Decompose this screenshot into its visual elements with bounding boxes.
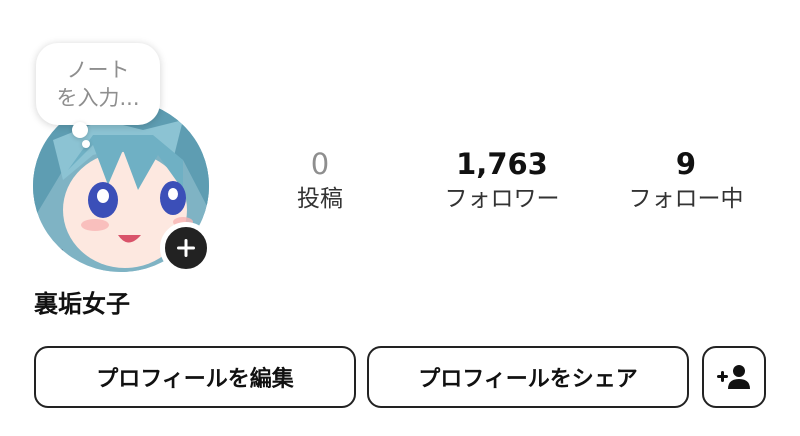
posts-label: 投稿	[297, 186, 343, 212]
plus-icon	[177, 239, 195, 257]
following-label: フォロー中	[628, 186, 744, 212]
stat-following[interactable]: 9 フォロー中	[614, 146, 758, 214]
note-bubble-tail-small	[82, 140, 90, 148]
edit-profile-button[interactable]: プロフィールを編集	[34, 346, 356, 408]
discover-people-button[interactable]	[702, 346, 766, 408]
note-placeholder-line1: ノート	[66, 58, 130, 82]
add-story-button[interactable]	[160, 222, 212, 274]
posts-count: 0	[310, 147, 330, 181]
note-bubble[interactable]: ノート を入力...	[36, 43, 160, 125]
following-count: 9	[675, 147, 697, 181]
stat-posts[interactable]: 0 投稿	[288, 146, 352, 214]
add-person-icon	[717, 365, 750, 389]
stat-followers[interactable]: 1,763 フォロワー	[430, 146, 574, 214]
note-placeholder-line2: を入力...	[56, 86, 140, 110]
share-profile-button[interactable]: プロフィールをシェア	[367, 346, 689, 408]
followers-label: フォロワー	[444, 186, 560, 212]
note-bubble-tail-large	[72, 122, 88, 138]
edit-profile-label: プロフィールを編集	[96, 367, 294, 392]
profile-username: 裏垢女子	[34, 290, 130, 318]
followers-count: 1,763	[456, 147, 548, 181]
share-profile-label: プロフィールをシェア	[418, 367, 638, 392]
